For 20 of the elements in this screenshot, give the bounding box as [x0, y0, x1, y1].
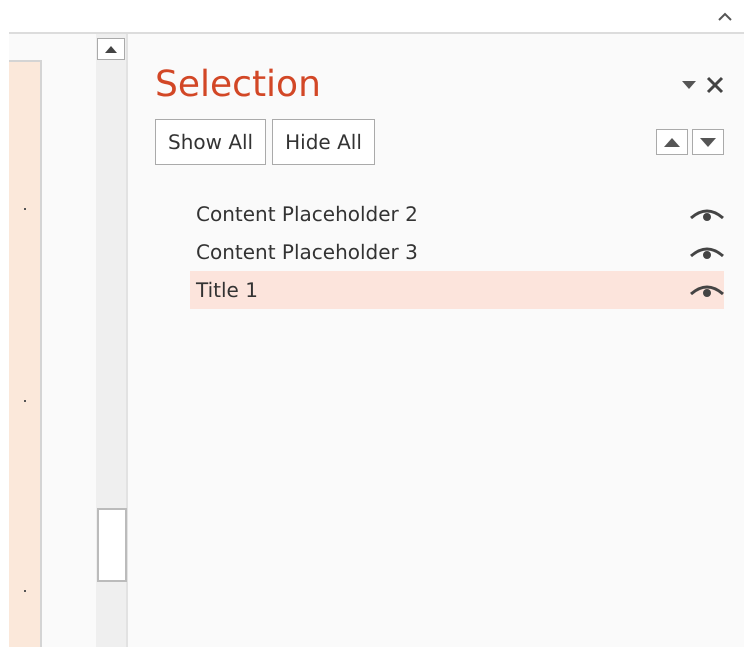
- pane-button[interactable]: Hide All: [272, 119, 375, 165]
- object-row[interactable]: Content Placeholder 3: [190, 233, 724, 271]
- object-name: Title 1: [196, 278, 258, 302]
- move-down-button[interactable]: [692, 129, 724, 155]
- object-name: Content Placeholder 3: [196, 240, 418, 264]
- pane-title: Selection: [155, 64, 321, 105]
- scroll-up-button[interactable]: [97, 38, 125, 60]
- dropdown-icon[interactable]: [682, 80, 696, 88]
- down-arrow-icon: [700, 138, 716, 146]
- close-icon[interactable]: [706, 76, 724, 94]
- pane-button[interactable]: Show All: [155, 119, 266, 165]
- scrollbar[interactable]: [96, 34, 128, 647]
- object-row[interactable]: Content Placeholder 2: [190, 195, 724, 233]
- object-name: Content Placeholder 2: [196, 202, 418, 226]
- scroll-thumb[interactable]: [97, 508, 127, 582]
- move-up-button[interactable]: [656, 129, 688, 155]
- up-arrow-icon: [105, 46, 117, 52]
- collapse-icon[interactable]: [718, 12, 732, 20]
- up-arrow-icon: [664, 138, 680, 146]
- object-row[interactable]: Title 1: [190, 271, 724, 309]
